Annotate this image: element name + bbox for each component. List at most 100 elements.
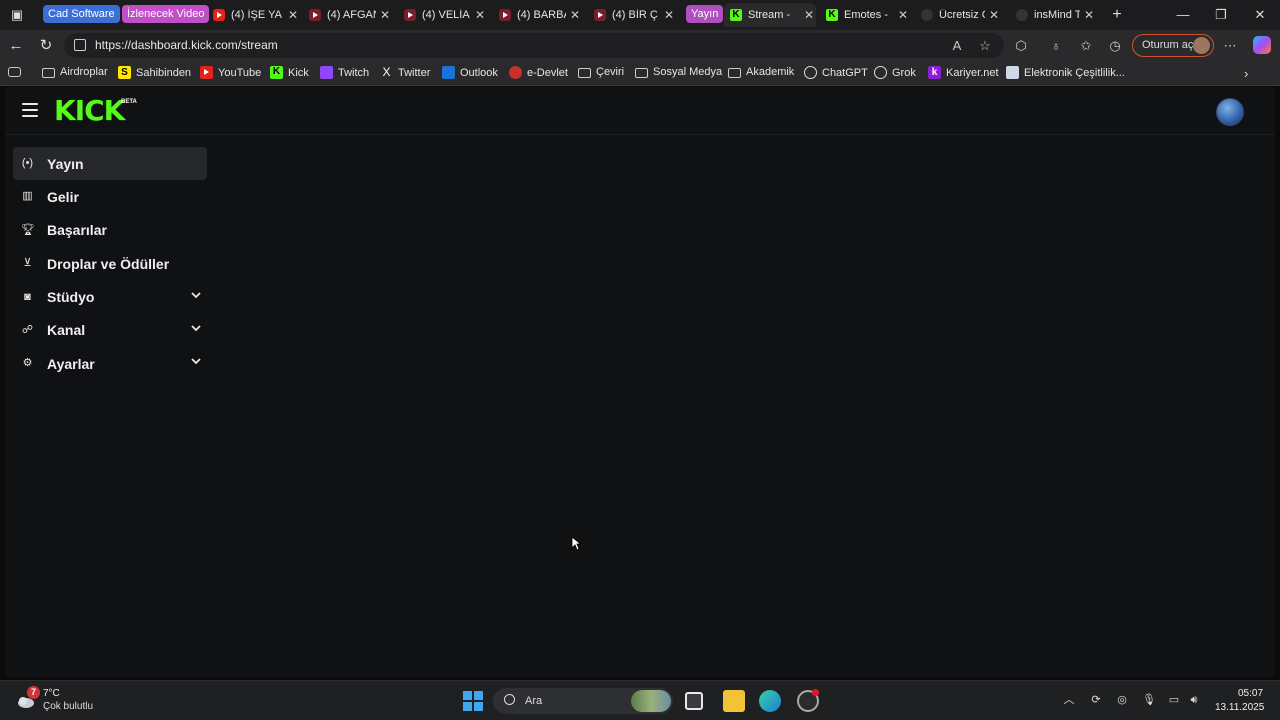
browser-toolbar: ← ↻ https://dashboard.kick.com/stream A … — [0, 30, 1280, 61]
close-icon[interactable]: ✕ — [987, 8, 1001, 22]
browser-tab[interactable]: K Emotes - ✕ — [826, 3, 910, 27]
sidebar-item-yayin[interactable]: (•) Yayın — [13, 147, 207, 180]
browser-tab[interactable]: (4) BARBA ✕ — [499, 3, 582, 27]
hamburger-menu-icon[interactable] — [22, 103, 38, 117]
user-avatar[interactable] — [1216, 98, 1244, 126]
tab-group-chip[interactable]: Yayın — [686, 5, 724, 23]
temperature[interactable]: 7°C — [43, 688, 60, 699]
bookmark-elektronik[interactable]: Elektronik Çeşitlilik... — [1006, 66, 1125, 79]
browser-tab[interactable]: (4) İŞE YA ✕ — [213, 3, 300, 27]
sidebar-item-basarilar[interactable]: 🏆︎ Başarılar — [13, 214, 207, 247]
chevron-down-icon[interactable] — [191, 290, 201, 300]
search-placeholder: Ara — [525, 695, 543, 707]
chevron-down-icon[interactable] — [191, 356, 201, 366]
url-text: https://dashboard.kick.com/stream — [95, 38, 278, 52]
browser-tab[interactable]: Ücretsiz C ✕ — [921, 3, 1001, 27]
sidebar-item-ayarlar[interactable]: ⚙ Ayarlar — [13, 347, 207, 380]
bookmark-label: ChatGPT — [822, 66, 868, 79]
bookmark-ceviri[interactable]: Çeviri — [578, 66, 624, 78]
sidebar-item-studyo[interactable]: ◙ Stüdyo — [13, 281, 207, 314]
back-icon[interactable]: ← — [6, 36, 26, 56]
close-icon[interactable]: ✕ — [1082, 8, 1096, 22]
clock-time[interactable]: 05:07 — [1238, 688, 1263, 699]
file-explorer-icon[interactable] — [723, 690, 745, 712]
bookmark-youtube[interactable]: YouTube — [200, 66, 261, 79]
bookmark-airdroplar[interactable]: Airdroplar — [42, 66, 108, 78]
sidebar-item-gelir[interactable]: ▥ Gelir — [13, 180, 207, 213]
bookmark-label: Sahibinden — [136, 66, 192, 79]
clock-date[interactable]: 13.11.2025 — [1215, 702, 1264, 713]
tab-title: Stream - — [748, 9, 791, 21]
edge-browser-icon[interactable] — [759, 690, 781, 712]
volume-icon[interactable]: 🔊︎ — [1187, 693, 1201, 707]
generic-icon — [1016, 9, 1028, 21]
bookmarks-menu-icon[interactable] — [8, 66, 26, 77]
bookmark-grok[interactable]: Grok — [874, 66, 916, 79]
weather-description[interactable]: Çok bulutlu — [43, 701, 93, 712]
bookmark-outlook[interactable]: Outlook — [442, 66, 498, 79]
favorite-star-icon[interactable]: ☆ — [975, 36, 995, 56]
kick-logo[interactable]: KICK — [54, 97, 125, 125]
new-tab-icon[interactable]: + — [1107, 5, 1127, 25]
browser-tab[interactable]: (4) BİR Ç ✕ — [594, 3, 676, 27]
tab-group-chip[interactable]: İzlenecek Video — [122, 5, 210, 23]
tab-group-chip[interactable]: Cad Software — [43, 5, 120, 23]
bookmarks-bar: Airdroplar S Sahibinden YouTube K Kick Twi… — [0, 61, 1280, 86]
close-icon[interactable]: ✕ — [896, 8, 910, 22]
extensions-icon[interactable]: ⬡ — [1011, 36, 1031, 56]
security-icon[interactable]: ◎ — [1115, 693, 1129, 707]
close-icon[interactable]: ✕ — [286, 8, 300, 22]
signin-label: Oturum aç — [1142, 39, 1194, 51]
sidebar-item-droplar[interactable]: ⊻ Droplar ve Ödüller — [13, 247, 207, 280]
bookmark-sahibinden[interactable]: S Sahibinden — [118, 66, 191, 79]
windows-taskbar: 7 7°C Çok bulutlu Ara ︿ ⟳ ◎ 🎙︎ ▭ 🔊︎ 05:0… — [0, 680, 1280, 720]
bookmark-edevlet[interactable]: e-Devlet — [509, 66, 568, 79]
bookmark-akademik[interactable]: Akademik — [728, 66, 794, 78]
kick-icon: K — [270, 66, 283, 79]
tab-actions-icon[interactable]: ▣ — [7, 5, 27, 25]
bookmark-kariyer[interactable]: k Kariyer.net — [928, 66, 999, 79]
history-icon[interactable]: ◷ — [1105, 36, 1125, 56]
kick-icon: K — [730, 9, 742, 21]
copilot-icon[interactable] — [1253, 36, 1271, 54]
close-icon[interactable]: ✕ — [473, 8, 487, 22]
broadcast-icon: (•) — [21, 157, 34, 169]
bookmark-twitch[interactable]: Twitch — [320, 66, 369, 79]
close-icon[interactable]: ✕ — [568, 8, 582, 22]
bookmarks-overflow-icon[interactable]: › — [1244, 66, 1248, 81]
chevron-down-icon[interactable] — [191, 323, 201, 333]
close-icon[interactable]: ✕ — [378, 8, 392, 22]
bookmark-sosyal-medya[interactable]: Sosyal Medya — [635, 66, 722, 78]
tab-title: Ücretsiz C — [939, 9, 985, 21]
task-view-icon[interactable] — [685, 692, 703, 710]
browser-tab[interactable]: (4) AFGAN ✕ — [309, 3, 392, 27]
read-aloud-icon[interactable]: A — [947, 36, 967, 56]
show-hidden-icons[interactable]: ︿ — [1062, 693, 1076, 707]
bookmark-label: e-Devlet — [527, 66, 568, 79]
close-icon[interactable]: ✕ — [662, 8, 676, 22]
favorites-icon[interactable]: ✩ — [1076, 36, 1096, 56]
bookmark-chatgpt[interactable]: ChatGPT — [804, 66, 868, 79]
browser-essentials-icon[interactable]: ♁ — [1046, 36, 1066, 56]
network-icon[interactable]: ▭ — [1167, 693, 1181, 707]
close-window-icon[interactable]: ✕ — [1237, 0, 1280, 30]
bookmark-label: Twitch — [338, 66, 370, 79]
gear-icon: ⚙ — [22, 357, 33, 370]
sidebar-item-kanal[interactable]: ☍ Kanal — [13, 314, 207, 347]
browser-tab[interactable]: (4) VELİA ✕ — [404, 3, 487, 27]
bookmark-kick[interactable]: K Kick — [270, 66, 309, 79]
taskbar-search[interactable]: Ara — [493, 688, 673, 714]
windows-start-icon[interactable] — [463, 691, 483, 711]
close-icon[interactable]: ✕ — [802, 8, 816, 22]
browser-tab[interactable]: insMind T ✕ — [1016, 3, 1096, 27]
microphone-icon[interactable]: 🎙︎ — [1142, 693, 1156, 707]
signin-button[interactable]: Oturum aç — [1132, 34, 1214, 57]
bookmark-twitter[interactable]: X Twitter — [380, 66, 430, 79]
more-options-icon[interactable]: ⋯ — [1220, 36, 1240, 56]
browser-tab-active[interactable]: K Stream - ✕ — [724, 3, 816, 27]
sidebar-item-label: Ayarlar — [47, 355, 95, 372]
refresh-icon[interactable]: ↻ — [36, 36, 56, 56]
sidebar-item-label: Başarılar — [47, 222, 107, 239]
address-bar[interactable]: https://dashboard.kick.com/stream A ☆ — [64, 33, 1004, 58]
sync-icon[interactable]: ⟳ — [1089, 693, 1103, 707]
